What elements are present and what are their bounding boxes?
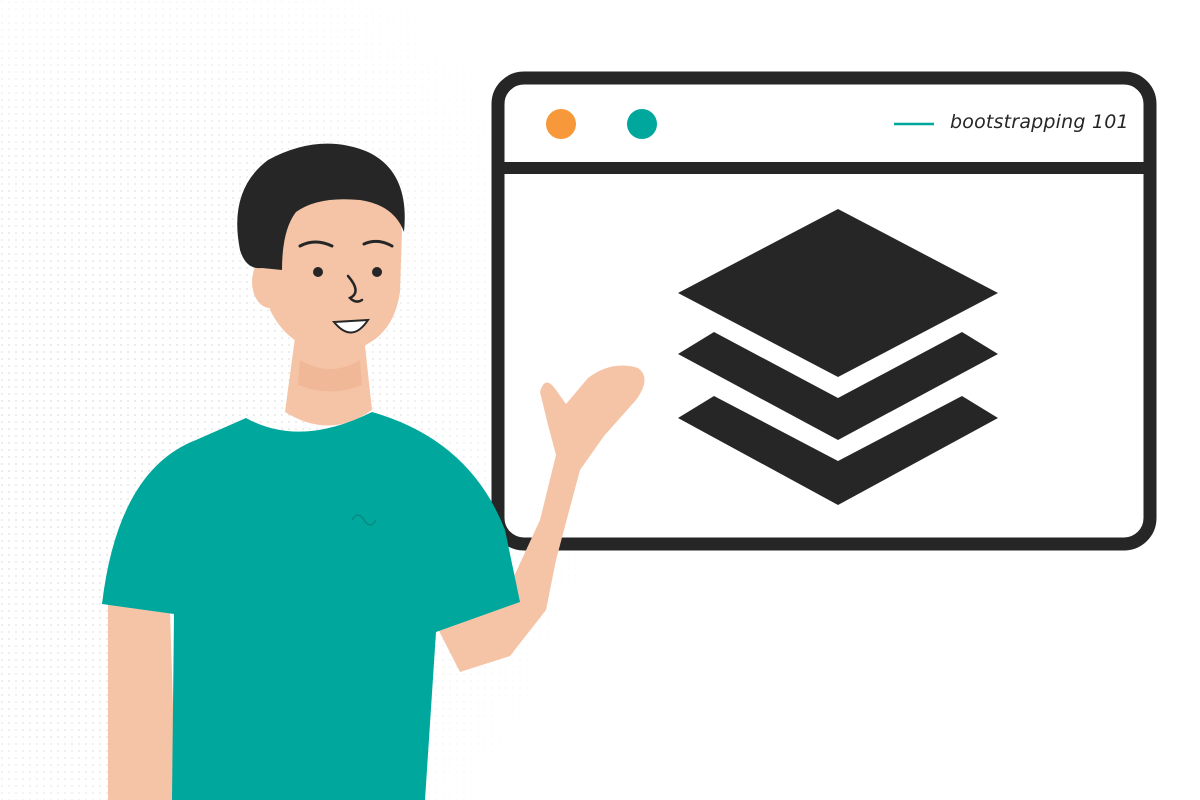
window-control-teal[interactable] — [627, 109, 657, 139]
window-title: bootstrapping 101 — [950, 111, 1129, 133]
browser-window — [491, 71, 1157, 551]
illustration-scene: bootstrapping 101 — [0, 0, 1200, 800]
window-control-orange[interactable] — [546, 109, 576, 139]
